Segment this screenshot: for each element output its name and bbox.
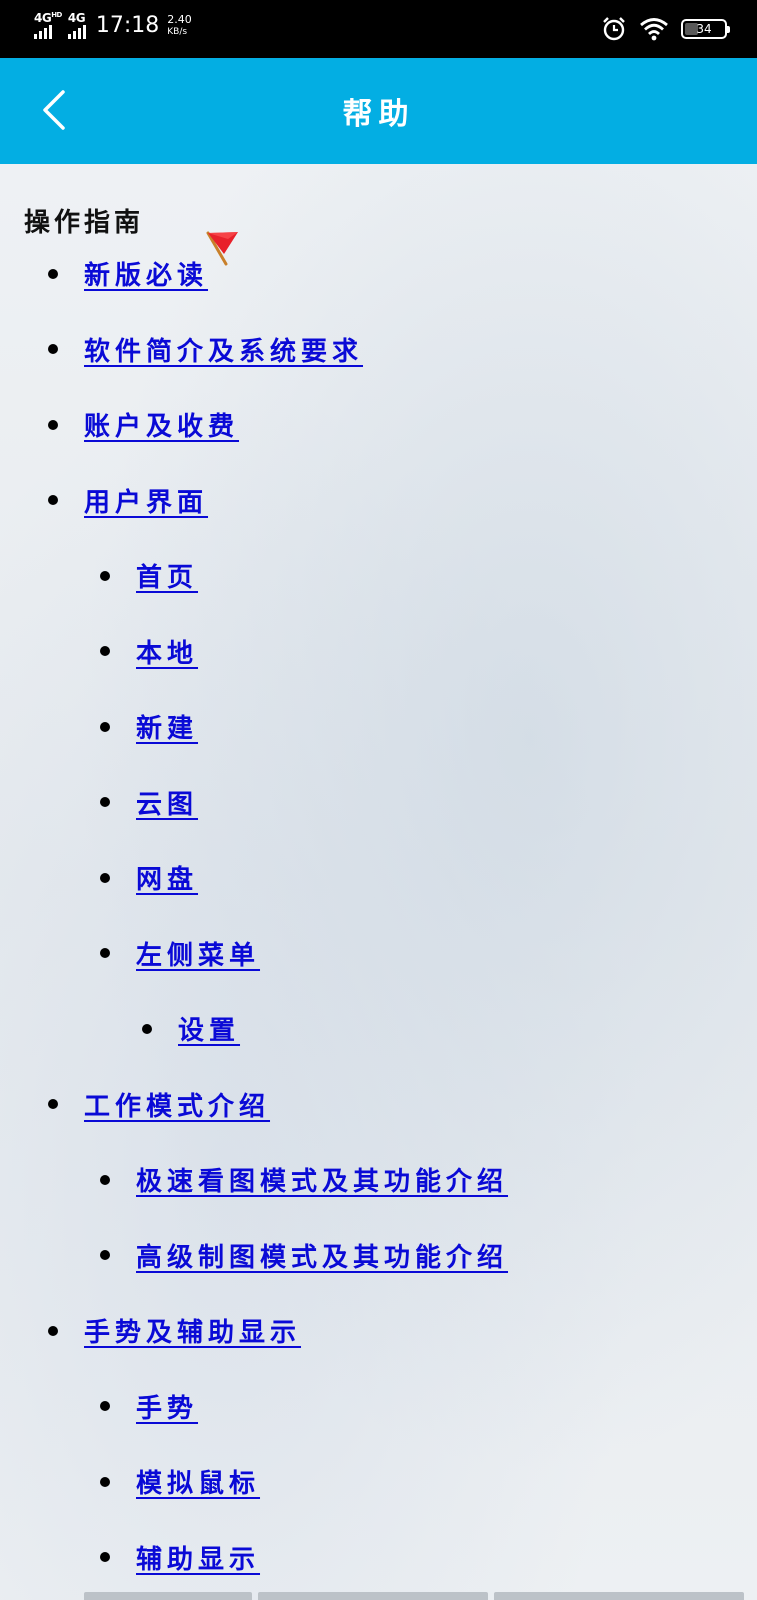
help-link[interactable]: 新版必读	[84, 255, 208, 292]
network-type-label-2: 4G	[67, 11, 86, 25]
bullet-icon	[100, 646, 110, 657]
list-item: 高级制图模式及其功能介绍	[0, 1218, 757, 1294]
battery-percent: 34	[696, 22, 712, 36]
bottom-partial-row	[84, 1592, 744, 1600]
bullet-icon	[48, 1325, 58, 1336]
bullet-icon	[100, 1401, 110, 1412]
bullet-icon	[100, 1174, 110, 1185]
battery-icon: 34	[681, 19, 730, 39]
help-link[interactable]: 模拟鼠标	[136, 1463, 260, 1500]
list-item: 账户及收费	[0, 387, 757, 463]
help-link[interactable]: 手势及辅助显示	[84, 1312, 301, 1349]
bullet-icon	[100, 721, 110, 732]
list-item: 新建	[0, 689, 757, 765]
network-indicator-2: 4G	[67, 11, 86, 39]
list-item: 云图	[0, 765, 757, 841]
list-item: 用户界面	[0, 463, 757, 539]
bullet-icon	[100, 948, 110, 959]
list-item: 新版必读	[0, 231, 757, 312]
bullet-icon	[48, 419, 58, 430]
status-bar: 4GHD 4G 17:18 2.40 KB/s 34	[0, 0, 757, 58]
section-heading: 操作指南	[24, 208, 145, 238]
help-link[interactable]: 辅助显示	[136, 1539, 260, 1576]
list-item: 网盘	[0, 840, 757, 916]
help-link[interactable]: 软件简介及系统要求	[84, 331, 363, 368]
signal-icon	[34, 25, 52, 39]
wifi-icon	[640, 18, 668, 41]
help-content[interactable]: 操作指南 新版必读软件简介及系统要求 账户及收费用户界面首页本地新建云图网盘左侧菜…	[0, 164, 757, 1600]
network-indicator-1: 4GHD	[34, 12, 62, 39]
signal-icon-2	[67, 25, 86, 39]
help-link[interactable]: 新建	[136, 708, 198, 745]
help-link[interactable]: 账户及收费	[84, 406, 239, 443]
help-link[interactable]: 网盘	[136, 859, 198, 896]
page-title: 帮助	[342, 97, 415, 132]
help-link[interactable]: 用户界面	[84, 482, 208, 519]
list-item: 设置	[0, 991, 757, 1067]
help-link[interactable]: 首页	[136, 557, 198, 594]
bullet-icon	[100, 1476, 110, 1487]
chevron-left-icon	[43, 90, 65, 130]
help-link[interactable]: 本地	[136, 633, 198, 670]
bullet-icon	[100, 872, 110, 883]
app-header: 帮助	[0, 58, 757, 164]
bullet-icon	[48, 1099, 58, 1110]
help-link-list: 新版必读软件简介及系统要求 账户及收费用户界面首页本地新建云图网盘左侧菜单设置工作…	[0, 231, 757, 1596]
list-item: 本地	[0, 614, 757, 690]
help-link[interactable]: 手势	[136, 1388, 198, 1425]
network-speed: 2.40 KB/s	[167, 12, 192, 38]
network-hd-label: HD	[51, 11, 62, 19]
bullet-icon	[48, 344, 58, 355]
speed-unit: KB/s	[167, 26, 188, 37]
list-item: 工作模式介绍	[0, 1067, 757, 1143]
list-item: 极速看图模式及其功能介绍	[0, 1142, 757, 1218]
list-item: 首页	[0, 538, 757, 614]
status-right: 34	[601, 16, 730, 42]
alarm-icon	[603, 17, 625, 41]
bullet-icon	[100, 797, 110, 808]
list-item: 手势及辅助显示	[0, 1293, 757, 1369]
help-link[interactable]: 设置	[178, 1010, 240, 1047]
bullet-icon	[142, 1023, 152, 1034]
help-link[interactable]: 工作模式介绍	[84, 1086, 270, 1123]
network-type-label: 4G	[34, 11, 52, 25]
help-link[interactable]: 极速看图模式及其功能介绍	[136, 1161, 508, 1198]
new-flag-icon	[206, 231, 238, 266]
list-item: 辅助显示	[0, 1520, 757, 1596]
list-item: 左侧菜单	[0, 916, 757, 992]
help-link[interactable]: 云图	[136, 784, 198, 821]
bullet-icon	[100, 1552, 110, 1563]
bullet-icon	[48, 268, 58, 279]
back-button[interactable]	[26, 82, 82, 138]
bullet-icon	[100, 1250, 110, 1261]
list-item: 手势	[0, 1369, 757, 1445]
list-item: 模拟鼠标	[0, 1444, 757, 1520]
list-item: 软件简介及系统要求	[0, 312, 757, 388]
bullet-icon	[48, 495, 58, 506]
help-link[interactable]: 高级制图模式及其功能介绍	[136, 1237, 508, 1274]
speed-value: 2.40	[167, 12, 192, 26]
status-left: 4GHD 4G 17:18 2.40 KB/s	[34, 12, 192, 39]
clock: 17:18	[95, 13, 160, 38]
help-link[interactable]: 左侧菜单	[136, 935, 260, 972]
bullet-icon	[100, 570, 110, 581]
